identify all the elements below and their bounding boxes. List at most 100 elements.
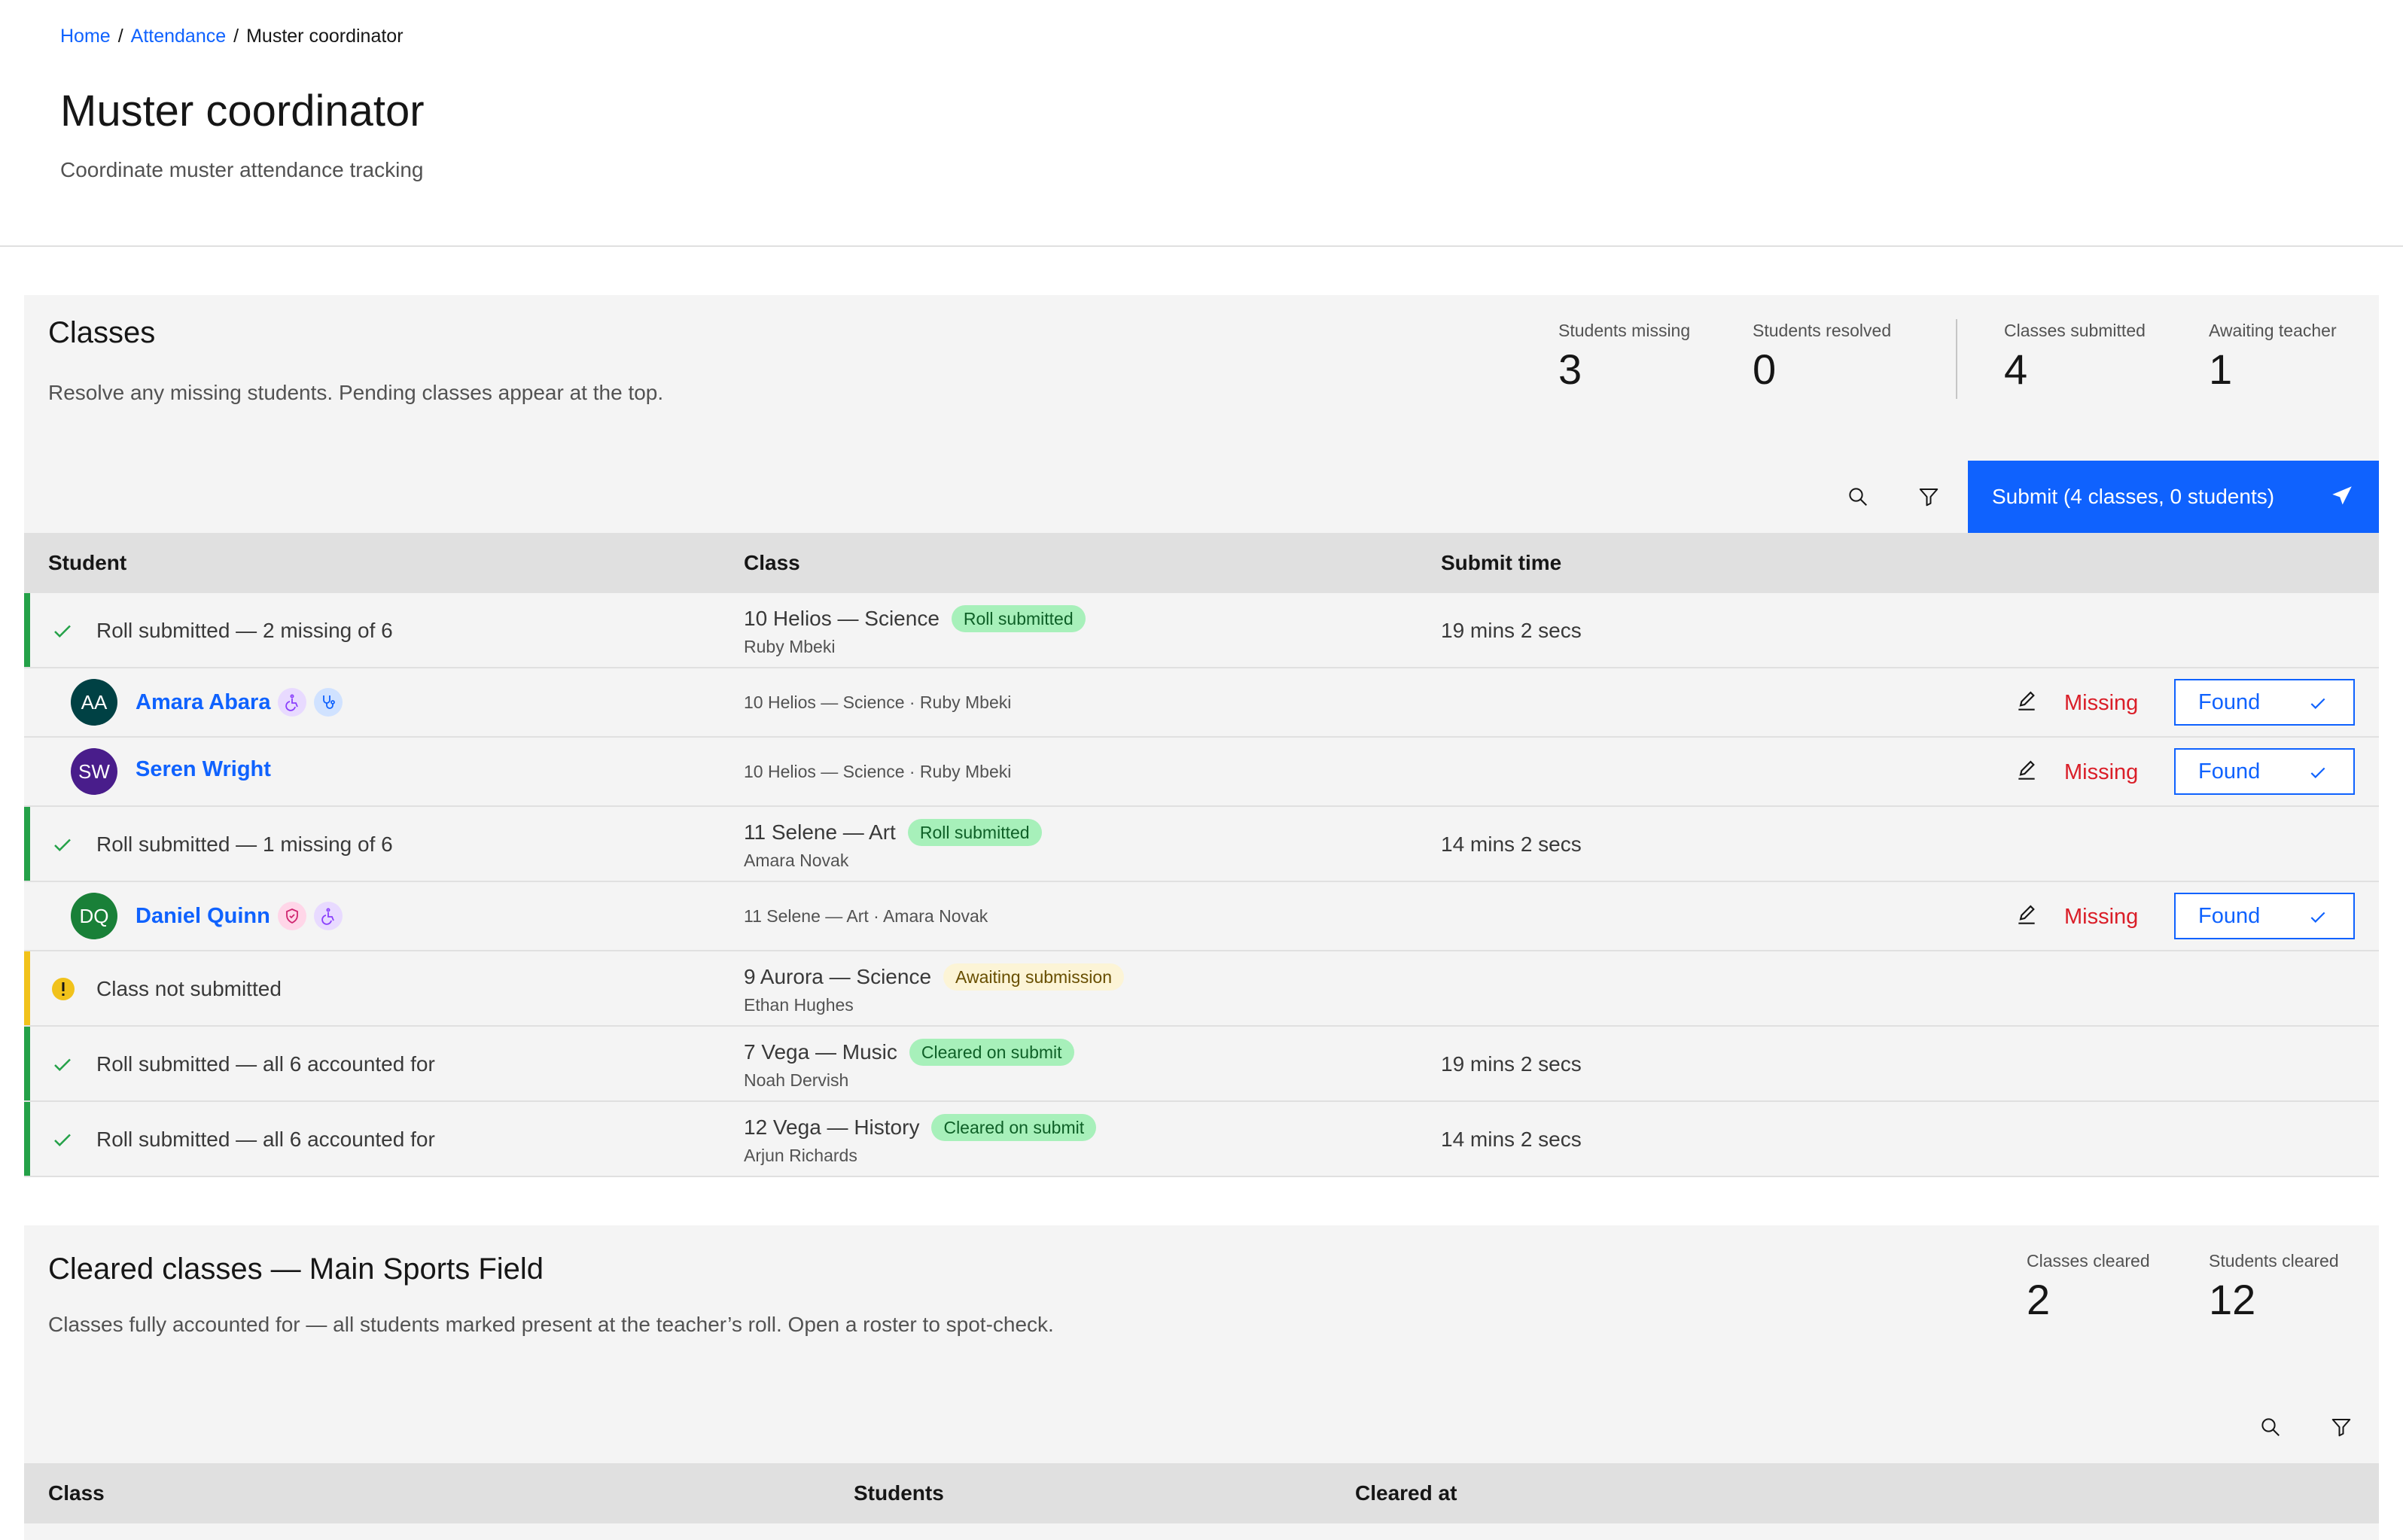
status-accent	[24, 1027, 30, 1100]
check-icon	[51, 620, 74, 647]
stat-awaiting-teacher: Awaiting teacher 1	[2209, 321, 2337, 391]
table-header: Class Students Cleared at	[24, 1463, 2379, 1523]
student-row: SW Seren Wright 10 Helios — Science · Ru…	[24, 738, 2379, 807]
table-row[interactable]: Roll submitted — all 6 accounted for 7 V…	[24, 1027, 2379, 1102]
student-name-link[interactable]: Daniel Quinn	[136, 904, 270, 929]
status-accent	[24, 593, 30, 667]
classes-panel-description: Resolve any missing students. Pending cl…	[48, 381, 664, 404]
table-row[interactable]: Roll submitted — 1 missing of 6 11 Selen…	[24, 807, 2379, 882]
submit-time: 14 mins 2 secs	[1441, 832, 1582, 856]
stat-classes-submitted: Classes submitted 4	[2004, 321, 2146, 391]
cleared-panel-title: Cleared classes — Main Sports Field	[48, 1252, 544, 1286]
cleared-classes-panel: Cleared classes — Main Sports Field Clas…	[24, 1225, 2379, 1540]
page-header: Home / Attendance / Muster coordinator M…	[0, 0, 2403, 247]
missing-button[interactable]: Missing	[2064, 760, 2138, 785]
status-accent	[24, 951, 30, 1025]
student-class: 10 Helios — Science · Ruby Mbeki	[744, 762, 1012, 781]
table-row[interactable]: Class not submitted 9 Aurora — Science Aw…	[24, 951, 2379, 1027]
page-title: Muster coordinator	[60, 87, 425, 135]
stat-students-missing: Students missing 3	[1558, 321, 1690, 391]
table-header: Student Class Submit time	[24, 533, 2379, 593]
row-status: Roll submitted — 2 missing of 6	[96, 619, 393, 642]
table-row[interactable]: Roll submitted — 2 missing of 6 10 Helio…	[24, 593, 2379, 668]
student-name-cell: Seren Wright	[136, 757, 271, 782]
found-button[interactable]: Found	[2174, 893, 2355, 939]
teacher-name: Noah Dervish	[744, 1070, 849, 1090]
warning-icon	[50, 975, 77, 1006]
found-button[interactable]: Found	[2174, 748, 2355, 795]
stat-classes-cleared: Classes cleared 2	[2027, 1251, 2150, 1321]
missing-button[interactable]: Missing	[2064, 905, 2138, 930]
student-name-link[interactable]: Amara Abara	[136, 690, 270, 715]
column-header-cleared-at[interactable]: Cleared at	[1355, 1463, 1457, 1523]
search-icon[interactable]	[2255, 1412, 2286, 1442]
teacher-name: Arjun Richards	[744, 1146, 857, 1165]
student-name-link[interactable]: Seren Wright	[136, 757, 271, 782]
breadcrumb-home-link[interactable]: Home	[60, 26, 111, 47]
missing-button[interactable]: Missing	[2064, 691, 2138, 716]
breadcrumb-separator: /	[117, 26, 123, 47]
shield-icon	[277, 902, 306, 930]
row-status: Class not submitted	[96, 977, 282, 1000]
submit-button[interactable]: Submit (4 classes, 0 students)	[1968, 461, 2379, 533]
check-icon	[2308, 694, 2328, 720]
cleared-classes-table: Class Students Cleared at	[24, 1463, 2379, 1523]
check-icon	[2308, 908, 2328, 933]
class-name: 10 Helios — Science	[744, 607, 940, 630]
status-tag: Cleared on submit	[909, 1039, 1074, 1066]
status-accent	[24, 807, 30, 881]
filter-icon[interactable]	[2326, 1412, 2356, 1442]
stat-label: Classes cleared	[2027, 1251, 2150, 1271]
check-icon	[51, 834, 74, 860]
stat-divider	[1956, 319, 1957, 399]
student-row: AA Amara Abara 10 Helios — Science · Rub…	[24, 668, 2379, 738]
edit-icon[interactable]	[2015, 903, 2039, 931]
stat-label: Students missing	[1558, 321, 1691, 340]
submit-time: 19 mins 2 secs	[1441, 619, 1582, 642]
class-cell: 12 Vega — History Cleared on submit Arjun…	[744, 1114, 1097, 1166]
submit-button-label: Submit (4 classes, 0 students)	[1992, 485, 2275, 508]
found-button-label: Found	[2198, 689, 2261, 714]
status-accent	[24, 1102, 30, 1176]
class-cell: 9 Aurora — Science Awaiting submission Et…	[744, 963, 1124, 1015]
student-name-cell: Daniel Quinn	[136, 902, 343, 930]
column-header-class[interactable]: Class	[744, 533, 800, 593]
breadcrumb-separator: /	[233, 26, 239, 47]
stat-value: 1	[2209, 345, 2233, 393]
filter-icon[interactable]	[1914, 482, 1944, 512]
stat-label: Awaiting teacher	[2209, 321, 2337, 340]
classes-table: Student Class Submit time Roll submitted…	[24, 533, 2379, 1177]
stat-value: 0	[1753, 345, 1777, 393]
edit-icon[interactable]	[2015, 689, 2039, 717]
stat-label: Students cleared	[2209, 1251, 2339, 1271]
column-header-submit-time[interactable]: Submit time	[1441, 533, 1561, 593]
found-button-label: Found	[2198, 759, 2261, 784]
column-header-class[interactable]: Class	[48, 1463, 105, 1523]
breadcrumb: Home / Attendance / Muster coordinator	[60, 26, 404, 47]
stethoscope-icon	[314, 688, 343, 717]
row-status: Roll submitted — all 6 accounted for	[96, 1128, 435, 1151]
class-cell: 10 Helios — Science Roll submitted Ruby M…	[744, 605, 1086, 657]
row-status: Roll submitted — all 6 accounted for	[96, 1052, 435, 1076]
edit-icon[interactable]	[2015, 759, 2039, 787]
accessibility-icon	[313, 902, 343, 930]
column-header-students[interactable]: Students	[854, 1463, 944, 1523]
classes-panel-title: Classes	[48, 316, 156, 349]
check-icon	[2308, 763, 2328, 789]
class-cell: 11 Selene — Art Roll submitted Amara Nova…	[744, 819, 1042, 871]
breadcrumb-attendance-link[interactable]: Attendance	[131, 26, 227, 47]
class-name: 9 Aurora — Science	[744, 965, 932, 988]
column-header-student[interactable]: Student	[48, 533, 126, 593]
found-button[interactable]: Found	[2174, 679, 2355, 726]
teacher-name: Ruby Mbeki	[744, 637, 836, 656]
stat-students-resolved: Students resolved 0	[1753, 321, 1891, 391]
table-row[interactable]: Roll submitted — all 6 accounted for 12 …	[24, 1102, 2379, 1177]
status-tag: Roll submitted	[951, 605, 1086, 632]
class-name: 11 Selene — Art	[744, 820, 896, 844]
class-cell: 7 Vega — Music Cleared on submit Noah Der…	[744, 1039, 1074, 1091]
stat-value: 2	[2027, 1276, 2051, 1323]
submit-time: 19 mins 2 secs	[1441, 1052, 1582, 1076]
search-icon[interactable]	[1843, 482, 1873, 512]
check-icon	[51, 1129, 74, 1155]
status-tag: Awaiting submission	[943, 963, 1124, 991]
